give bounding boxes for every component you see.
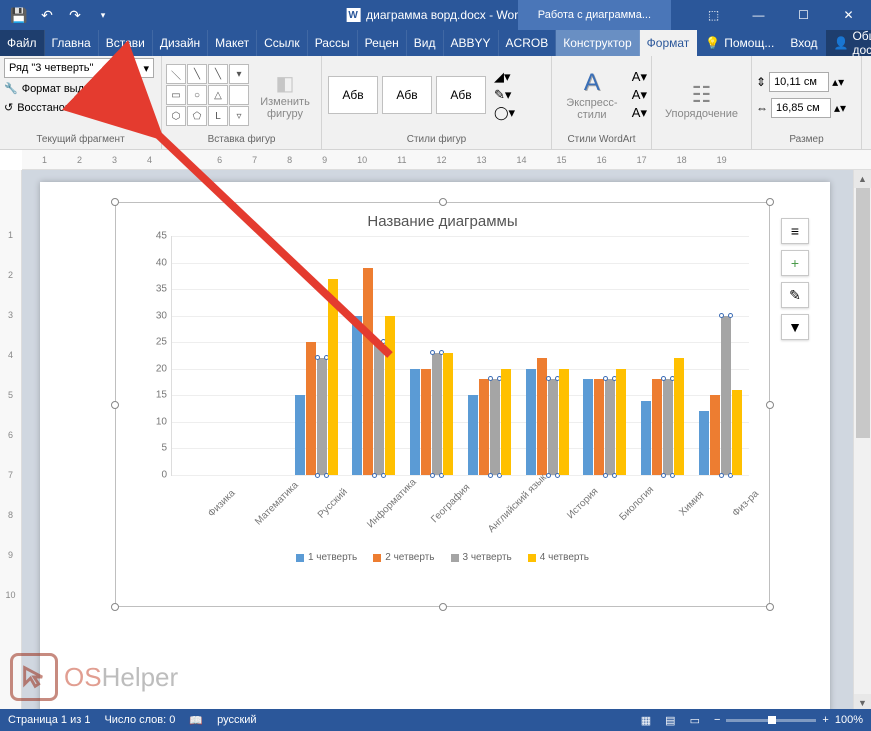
chart-add-button[interactable]: + (781, 250, 809, 276)
status-bar: Страница 1 из 1 Число слов: 0 📖 русский … (0, 709, 871, 731)
read-mode-icon[interactable]: ▦ (641, 714, 651, 727)
shape-gallery[interactable]: ＼╲╲▾ ▭○△ ⬡⬠L▿ (166, 64, 249, 126)
title-bar: 💾 ↶ ↷ ▾ W диаграмма ворд.docx - Word Раб… (0, 0, 871, 30)
width-input[interactable]: 16,85 см (771, 98, 831, 118)
shapes-icon: ◧ (276, 71, 295, 96)
word-count[interactable]: Число слов: 0 (104, 714, 175, 726)
resize-handle[interactable] (439, 198, 447, 206)
zoom-control[interactable]: −+ 100% (714, 714, 863, 726)
cursor-icon (10, 653, 58, 701)
close-icon[interactable]: ✕ (826, 0, 871, 30)
resize-handle[interactable] (111, 401, 119, 409)
group-shape-styles: Абв Абв Абв ◢▾ ✎▾ ◯▾ Стили фигур (322, 56, 552, 149)
height-input[interactable]: 10,11 см (769, 72, 829, 92)
shape-effects-button[interactable]: ◯▾ (494, 105, 515, 121)
group-wordart-styles: A Экспресс-стили A▾ A▾ A▾ Стили WordArt (552, 56, 652, 149)
chart-elements-button[interactable]: ≡ (781, 218, 809, 244)
tell-me[interactable]: 💡 Помощ... (697, 30, 782, 56)
save-icon[interactable]: 💾 (8, 4, 30, 26)
resize-handle[interactable] (111, 198, 119, 206)
ribbon-tabs: Файл Главна Встави Дизайн Макет Ссылк Ра… (0, 30, 871, 56)
web-layout-icon[interactable]: ▭ (690, 714, 700, 727)
sign-in[interactable]: Вход (782, 30, 825, 56)
resize-handle[interactable] (111, 603, 119, 611)
group-insert-shapes: ＼╲╲▾ ▭○△ ⬡⬠L▿ ◧ Изменить фигуру Вставка … (162, 56, 322, 149)
text-outline-button[interactable]: A▾ (632, 87, 647, 103)
chart-legend[interactable]: 1 четверть2 четверть3 четверть4 четверть (116, 550, 769, 563)
watermark: OSHelper (10, 653, 178, 701)
group-current-selection: Ряд "3 четверть"▾ 🔧 Формат выделенного ↺… (0, 56, 162, 149)
word-icon: W (346, 8, 360, 22)
chart-side-buttons: ≡ + ✎ ▼ (781, 218, 809, 340)
arrange-icon: ☷ (692, 82, 712, 108)
tab-chart-format[interactable]: Формат (640, 30, 698, 56)
ribbon-options-icon[interactable]: ⬚ (691, 0, 736, 30)
resize-handle[interactable] (766, 198, 774, 206)
print-layout-icon[interactable]: ▤ (665, 714, 675, 727)
vertical-ruler[interactable]: 12345678910 (0, 170, 22, 712)
shape-fill-button[interactable]: ◢▾ (494, 69, 515, 85)
minimize-icon[interactable]: — (736, 0, 781, 30)
chart-filter-button[interactable]: ▼ (781, 314, 809, 340)
tab-chart-design[interactable]: Конструктор (556, 30, 639, 56)
tab-insert[interactable]: Встави (99, 30, 153, 56)
page: Название диаграммы 051015202530354045 Фи… (40, 182, 830, 712)
reset-style-button[interactable]: ↺ Восстановить стиль (4, 99, 157, 116)
chevron-down-icon: ▾ (143, 62, 149, 75)
tab-home[interactable]: Главна (45, 30, 99, 56)
resize-handle[interactable] (766, 603, 774, 611)
text-fill-button[interactable]: A▾ (632, 69, 647, 85)
window-controls: ⬚ — ☐ ✕ (691, 0, 871, 30)
tab-layout[interactable]: Макет (208, 30, 257, 56)
ribbon: Ряд "3 четверть"▾ 🔧 Формат выделенного ↺… (0, 56, 871, 150)
document-area: 12345678910 Название диаграммы 051015202… (0, 170, 871, 712)
tab-review[interactable]: Рецен (358, 30, 407, 56)
width-icon: ⇔ (756, 101, 768, 115)
window-title: W диаграмма ворд.docx - Word (346, 8, 525, 22)
tab-references[interactable]: Ссылк (257, 30, 308, 56)
resize-handle[interactable] (439, 603, 447, 611)
vertical-scrollbar[interactable]: ▲ ▼ (853, 170, 871, 712)
shape-outline-button[interactable]: ✎▾ (494, 87, 515, 103)
tab-design[interactable]: Дизайн (153, 30, 208, 56)
group-arrange: ☷ Упорядочение (652, 56, 752, 149)
chart-element-selector[interactable]: Ряд "3 четверть"▾ (4, 58, 154, 78)
change-shape-button: ◧ Изменить фигуру (253, 67, 317, 124)
tab-mailings[interactable]: Рассы (308, 30, 358, 56)
tab-view[interactable]: Вид (407, 30, 444, 56)
tab-acrobat[interactable]: ACROB (499, 30, 557, 56)
chart-plot-area[interactable]: 051015202530354045 (171, 236, 749, 476)
language-indicator[interactable]: русский (217, 714, 256, 726)
wordart-quick-styles[interactable]: A Экспресс-стили (556, 65, 628, 125)
height-icon: ⇕ (756, 75, 766, 89)
arrange-button[interactable]: ☷ Упорядочение (659, 78, 744, 124)
redo-icon[interactable]: ↷ (64, 4, 86, 26)
chart-object[interactable]: Название диаграммы 051015202530354045 Фи… (115, 202, 770, 607)
group-size: ⇕10,11 см▴▾ ⇔16,85 см▴▾ Размер (752, 56, 862, 149)
quick-access-toolbar: 💾 ↶ ↷ ▾ (0, 4, 114, 26)
page-indicator[interactable]: Страница 1 из 1 (8, 714, 90, 726)
resize-handle[interactable] (766, 401, 774, 409)
horizontal-ruler[interactable]: 12345678910111213141516171819 (22, 150, 871, 170)
share-button[interactable]: 👤 Общий доступ (826, 30, 871, 56)
spellcheck-icon[interactable]: 📖 (189, 714, 203, 727)
chart-styles-button[interactable]: ✎ (781, 282, 809, 308)
undo-icon[interactable]: ↶ (36, 4, 58, 26)
tab-abbyy[interactable]: ABBYY (444, 30, 499, 56)
format-selection-button[interactable]: 🔧 Формат выделенного (4, 80, 157, 97)
maximize-icon[interactable]: ☐ (781, 0, 826, 30)
qat-more-icon[interactable]: ▾ (92, 4, 114, 26)
shape-style-gallery[interactable]: Абв Абв Абв (326, 74, 488, 116)
text-effects-button[interactable]: A▾ (632, 105, 647, 121)
chart-title[interactable]: Название диаграммы (116, 203, 769, 236)
contextual-tab-header: Работа с диаграмма... (518, 0, 671, 30)
tab-file[interactable]: Файл (0, 30, 45, 56)
